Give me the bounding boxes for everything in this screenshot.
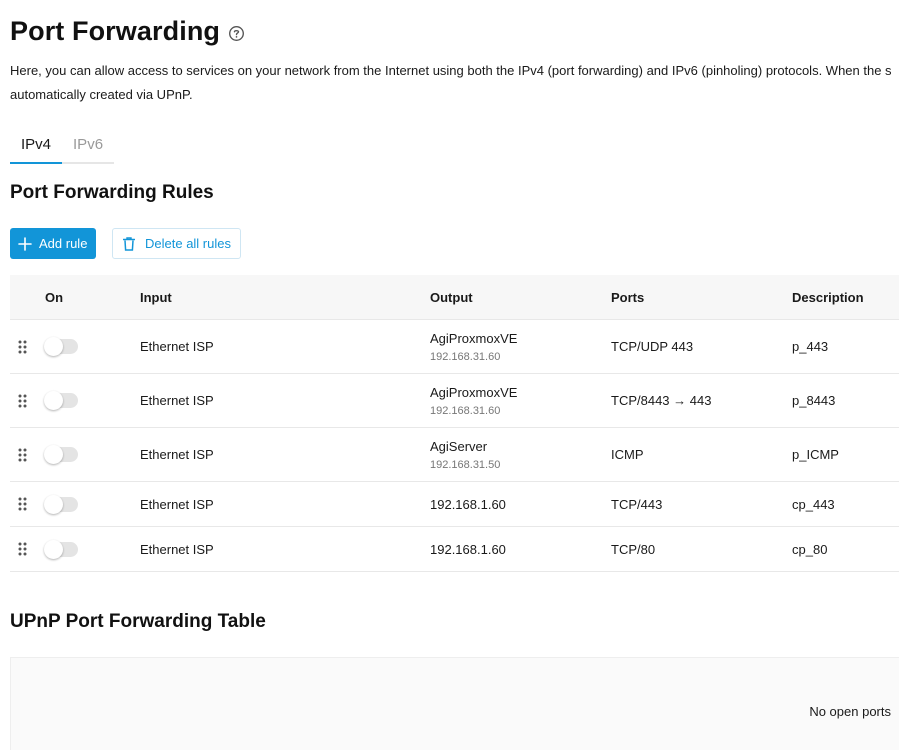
rule-input: Ethernet ISP bbox=[140, 541, 214, 557]
drag-handle[interactable] bbox=[18, 527, 27, 571]
rule-description: cp_443 bbox=[792, 496, 835, 512]
rule-toggle-cell bbox=[44, 320, 78, 373]
rule-output-host: 192.168.1.60 bbox=[430, 541, 506, 557]
tab-ipv4[interactable]: IPv4 bbox=[10, 130, 63, 164]
add-rule-button[interactable]: Add rule bbox=[10, 228, 97, 259]
table-row[interactable]: Ethernet ISP AgiServer 192.168.31.50 ICM… bbox=[10, 428, 899, 482]
drag-handle-icon bbox=[18, 394, 27, 407]
help-circle-icon[interactable] bbox=[228, 25, 245, 42]
rule-output-ip: 192.168.31.50 bbox=[430, 458, 501, 471]
drag-handle-icon bbox=[18, 448, 27, 461]
rule-toggle[interactable] bbox=[44, 445, 78, 464]
rule-output-cell: 192.168.1.60 bbox=[430, 482, 506, 526]
add-rule-label: Add rule bbox=[39, 236, 88, 251]
table-row[interactable]: Ethernet ISP 192.168.1.60 TCP/80 cp_80 bbox=[10, 527, 899, 572]
upnp-empty-message: No open ports bbox=[809, 704, 891, 719]
rule-toggle-cell bbox=[44, 482, 78, 526]
rule-output-cell: AgiProxmoxVE 192.168.31.60 bbox=[430, 374, 517, 427]
rule-description: cp_80 bbox=[792, 541, 828, 557]
rule-input: Ethernet ISP bbox=[140, 339, 214, 354]
rule-description: p_ICMP bbox=[792, 447, 839, 462]
rule-toggle[interactable] bbox=[44, 494, 78, 514]
rule-description: p_443 bbox=[792, 339, 829, 354]
intro-text: Here, you can allow access to services o… bbox=[10, 59, 899, 107]
column-header-input: Input bbox=[140, 290, 172, 305]
rule-output-cell: 192.168.1.60 bbox=[430, 527, 506, 571]
rule-input: Ethernet ISP bbox=[140, 496, 214, 512]
drag-handle-icon bbox=[18, 542, 27, 556]
intro-line-2: automatically created via UPnP. bbox=[10, 87, 193, 102]
rule-output-host: AgiProxmoxVE bbox=[430, 330, 518, 346]
column-header-output: Output bbox=[430, 290, 473, 305]
column-header-description: Description bbox=[792, 290, 864, 305]
trash-icon bbox=[123, 236, 135, 251]
delete-all-rules-label: Delete all rules bbox=[145, 236, 231, 251]
rule-ports: TCP/80 bbox=[611, 541, 656, 557]
rule-output-cell: AgiServer 192.168.31.50 bbox=[430, 428, 500, 481]
rule-output-host: AgiProxmoxVE bbox=[430, 384, 518, 400]
rule-output-ip: 192.168.31.60 bbox=[430, 350, 501, 363]
rule-toggle[interactable] bbox=[44, 539, 78, 559]
title-row: Port Forwarding bbox=[10, 16, 245, 47]
ip-version-tabs: IPv4 IPv6 bbox=[10, 130, 115, 164]
rule-output-host: AgiServer bbox=[430, 438, 488, 454]
rule-toggle[interactable] bbox=[44, 337, 78, 356]
rule-ports: TCP/443 bbox=[611, 496, 663, 512]
rule-toggle-cell bbox=[44, 527, 78, 571]
rule-output-cell: AgiProxmoxVE 192.168.31.60 bbox=[430, 320, 517, 373]
rule-input: Ethernet ISP bbox=[140, 393, 214, 408]
drag-handle-icon bbox=[18, 340, 27, 353]
rule-toggle-cell bbox=[44, 428, 78, 481]
column-header-on: On bbox=[45, 290, 64, 305]
intro-line-1: Here, you can allow access to services o… bbox=[10, 63, 892, 78]
rule-ports: TCP/UDP 443 bbox=[611, 339, 694, 354]
rule-ports: TCP/8443 → 443 bbox=[611, 393, 712, 408]
plus-icon bbox=[18, 236, 32, 251]
drag-handle[interactable] bbox=[18, 374, 27, 427]
column-header-ports: Ports bbox=[611, 290, 645, 305]
page-title: Port Forwarding bbox=[10, 16, 220, 46]
tab-ipv6[interactable]: IPv6 bbox=[62, 130, 114, 162]
table-header: On Input Output Ports Description bbox=[10, 275, 899, 320]
rules-table: On Input Output Ports Description Ethern… bbox=[10, 275, 899, 572]
rule-description: p_8443 bbox=[792, 393, 836, 408]
drag-handle[interactable] bbox=[18, 320, 27, 373]
drag-handle-icon bbox=[18, 497, 27, 511]
upnp-table: No open ports bbox=[10, 657, 899, 750]
rule-output-ip: 192.168.31.60 bbox=[430, 404, 501, 417]
rule-ports: ICMP bbox=[611, 447, 644, 462]
drag-handle[interactable] bbox=[18, 482, 27, 526]
table-row[interactable]: Ethernet ISP AgiProxmoxVE 192.168.31.60 … bbox=[10, 320, 899, 374]
rule-toggle-cell bbox=[44, 374, 78, 427]
delete-all-rules-button[interactable]: Delete all rules bbox=[112, 228, 241, 259]
table-row[interactable]: Ethernet ISP 192.168.1.60 TCP/443 cp_443 bbox=[10, 482, 899, 527]
port-forwarding-page: Port Forwarding Here, you can allow acce… bbox=[0, 0, 899, 750]
rule-toggle[interactable] bbox=[44, 391, 78, 410]
upnp-section-title: UPnP Port Forwarding Table bbox=[10, 611, 266, 632]
drag-handle[interactable] bbox=[18, 428, 27, 481]
rule-output-host: 192.168.1.60 bbox=[430, 496, 506, 512]
table-row[interactable]: Ethernet ISP AgiProxmoxVE 192.168.31.60 … bbox=[10, 374, 899, 428]
rule-input: Ethernet ISP bbox=[140, 447, 214, 462]
rules-section-title: Port Forwarding Rules bbox=[10, 182, 214, 203]
